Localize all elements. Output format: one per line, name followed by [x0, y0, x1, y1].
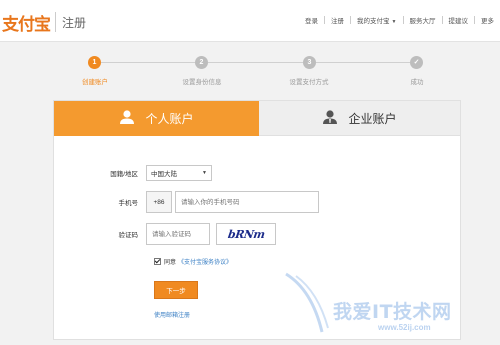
step-3-label: 设置支付方式 — [289, 79, 329, 86]
agree-label: 同意 — [164, 260, 177, 266]
watermark-url: www.52ij.com — [378, 323, 431, 332]
nav-my-alipay-label: 我的支付宝 — [357, 18, 390, 25]
chevron-down-icon: ▼ — [202, 170, 207, 176]
step-2-indicator: 2 — [195, 56, 208, 69]
nav-feedback-link[interactable]: 提建议 — [443, 15, 475, 25]
logo-divider — [55, 12, 56, 32]
progress-stepper: 1 2 3 ✓ 创建账户 设置身份信息 设置支付方式 成功 — [0, 56, 500, 90]
captcha-text: bRNm — [226, 227, 266, 241]
page: 支付宝 注册 登录 注册 我的支付宝 ▼ 服务大厅 提建议 更多 1 2 3 ✓ … — [0, 0, 500, 345]
agree-checkbox[interactable] — [154, 258, 161, 265]
phone-input[interactable] — [175, 191, 319, 213]
service-agreement-link[interactable]: 《支付宝服务协议》 — [178, 257, 232, 266]
nav-more-link[interactable]: 更多 — [475, 15, 500, 25]
step-connector — [208, 62, 303, 63]
nav-login-link[interactable]: 登录 — [299, 15, 324, 25]
page-title: 注册 — [62, 16, 87, 30]
step-connector — [101, 62, 195, 63]
step-3-indicator: 3 — [303, 56, 316, 69]
watermark-text: 我爱IT技术网 — [333, 301, 452, 323]
code-label: 验证码 — [118, 232, 139, 239]
phone-label: 手机号 — [118, 200, 139, 207]
step-1-label: 创建账户 — [82, 79, 108, 86]
region-select[interactable]: 中国大陆 ▼ — [146, 165, 212, 181]
email-register-link[interactable]: 使用邮箱注册 — [154, 310, 190, 319]
step-connector — [316, 62, 410, 63]
nav-register-link[interactable]: 注册 — [325, 15, 350, 25]
code-input[interactable] — [146, 223, 210, 245]
agreement-row: 同意 《支付宝服务协议》 — [154, 257, 232, 266]
tab-business-account[interactable]: 企业账户 — [259, 101, 460, 136]
account-type-tabs: 个人账户 企业账户 — [54, 101, 460, 136]
step-4-label: 成功 — [410, 79, 424, 86]
captcha-row: 验证码 bRNm — [54, 223, 276, 245]
next-step-button[interactable]: 下一步 — [154, 281, 198, 299]
top-nav: 登录 注册 我的支付宝 ▼ 服务大厅 提建议 更多 — [299, 15, 500, 25]
tab-personal-account[interactable]: 个人账户 — [54, 101, 259, 136]
nav-service-link[interactable]: 服务大厅 — [404, 15, 442, 25]
step-4-check-icon: ✓ — [410, 56, 423, 69]
step-1-indicator: 1 — [88, 56, 101, 69]
tab-business-label: 企业账户 — [348, 111, 397, 126]
header: 支付宝 注册 登录 注册 我的支付宝 ▼ 服务大厅 提建议 更多 — [0, 0, 500, 42]
captcha-image[interactable]: bRNm — [216, 223, 276, 245]
phone-prefix: +86 — [146, 191, 172, 213]
person-icon — [119, 109, 135, 128]
region-label: 国籍/地区 — [110, 171, 138, 178]
region-value: 中国大陆 — [151, 171, 177, 178]
step-2-label: 设置身份信息 — [182, 79, 222, 86]
business-person-icon — [322, 109, 338, 128]
region-row: 国籍/地区 中国大陆 ▼ — [54, 165, 212, 181]
tab-personal-label: 个人账户 — [145, 112, 194, 126]
chevron-down-icon: ▼ — [391, 19, 397, 25]
alipay-logo[interactable]: 支付宝 — [2, 10, 51, 35]
nav-my-alipay-menu[interactable]: 我的支付宝 ▼ — [351, 15, 402, 25]
phone-row: 手机号 +86 — [54, 191, 319, 213]
